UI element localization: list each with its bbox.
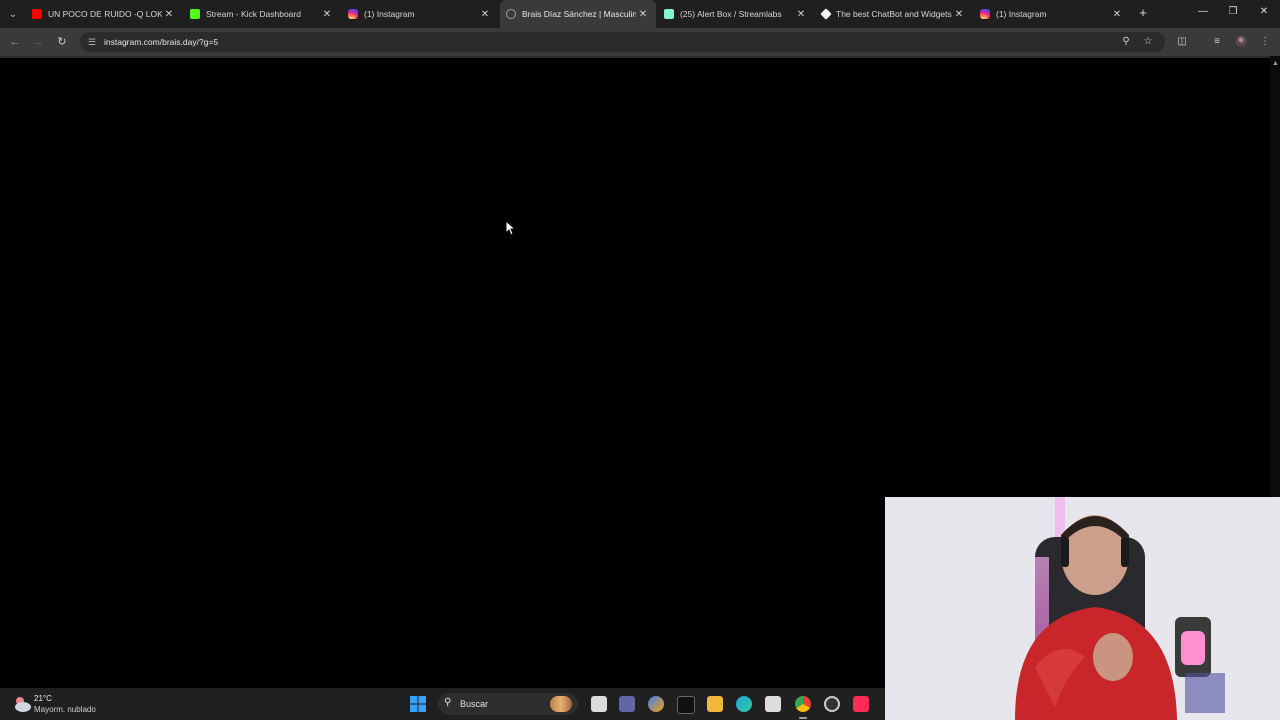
search-highlight-image (550, 696, 572, 712)
tab-instagram[interactable]: (1) Instagram ✕ (342, 0, 498, 28)
tab-streamlabs-alert-box[interactable]: (25) Alert Box / Streamlabs ✕ (658, 0, 814, 28)
media-control-icon[interactable]: ≡ (1210, 35, 1224, 49)
tab-title: Brais Díaz Sánchez | Masculinid (522, 9, 636, 19)
chrome-running-indicator (799, 717, 807, 719)
tiktok-icon[interactable] (677, 696, 695, 714)
tab-title: Stream - Kick Dashboard (206, 9, 301, 19)
restore-icon[interactable]: ❐ (1223, 6, 1243, 20)
tab-streamelements[interactable]: The best ChatBot and Widgets ✕ (816, 0, 972, 28)
extensions-puzzle-icon[interactable]: ◫ (1175, 35, 1189, 49)
taskbar-search-box[interactable]: ⚲ Buscar (438, 693, 578, 715)
kick-icon (190, 9, 200, 19)
new-tab-button[interactable]: + (1136, 6, 1150, 20)
tab-instagram-2[interactable]: (1) Instagram ✕ (974, 0, 1130, 28)
bookmark-star-icon[interactable]: ☆ (1141, 35, 1155, 49)
folder-icon[interactable] (707, 696, 723, 712)
tab-search-chevron-icon[interactable]: ⌄ (4, 5, 22, 23)
reload-icon[interactable]: ↻ (55, 35, 69, 49)
tiktok-studio-icon[interactable] (853, 696, 869, 712)
forward-arrow-icon[interactable]: → (31, 35, 45, 49)
browser-toolbar: ← → ↻ ☰ instagram.com/brais.day/?g=5 ⚲ ☆… (0, 28, 1280, 56)
tab-brais-diaz-active[interactable]: Brais Díaz Sánchez | Masculinid ✕ (500, 0, 656, 28)
more-menu-icon[interactable]: ⋮ (1258, 35, 1272, 49)
instagram-icon (980, 9, 990, 19)
url-text[interactable]: instagram.com/brais.day/?g=5 (104, 37, 218, 47)
streamlabs-icon (664, 9, 674, 19)
task-view-icon[interactable] (591, 696, 607, 712)
copilot-icon[interactable] (648, 696, 664, 712)
minimize-icon[interactable]: — (1193, 6, 1213, 20)
zoom-icon[interactable]: ⚲ (1119, 35, 1133, 49)
tab-close-icon[interactable]: ✕ (320, 9, 334, 20)
tab-strip: ⌄ UN POCO DE RUIDO -Q LOKUR ✕ Stream - K… (0, 0, 1280, 28)
chrome-icon[interactable] (795, 696, 811, 712)
tab-title: (25) Alert Box / Streamlabs (680, 9, 782, 19)
mouse-cursor-icon (505, 220, 515, 236)
address-bar[interactable]: ☰ instagram.com/brais.day/?g=5 ⚲ ☆ (80, 32, 1165, 52)
tab-close-icon[interactable]: ✕ (794, 9, 808, 20)
tab-title: The best ChatBot and Widgets (836, 9, 952, 19)
windows-taskbar: 21°C Mayorm. nublado ⚲ Buscar (0, 688, 885, 720)
tab-title: (1) Instagram (996, 9, 1047, 19)
teams-icon[interactable] (619, 696, 635, 712)
windows-start-icon[interactable] (410, 696, 426, 712)
store-icon[interactable] (765, 696, 781, 712)
tab-youtube[interactable]: UN POCO DE RUIDO -Q LOKUR ✕ (26, 0, 182, 28)
tab-close-icon[interactable]: ✕ (636, 9, 650, 20)
tab-title: UN POCO DE RUIDO -Q LOKUR (48, 9, 162, 19)
edge-icon[interactable] (736, 696, 752, 712)
tab-close-icon[interactable]: ✕ (1110, 9, 1124, 20)
close-window-icon[interactable]: ✕ (1254, 6, 1274, 20)
tab-close-icon[interactable]: ✕ (952, 9, 966, 20)
youtube-icon (32, 9, 42, 19)
obs-icon[interactable] (824, 696, 840, 712)
back-arrow-icon[interactable]: ← (8, 35, 22, 49)
instagram-icon (348, 9, 358, 19)
webcam-person-image (885, 497, 1280, 720)
profile-avatar-icon[interactable] (1234, 35, 1248, 49)
site-info-icon[interactable]: ☰ (86, 36, 98, 48)
tab-close-icon[interactable]: ✕ (162, 9, 176, 20)
streamelements-icon (820, 8, 832, 20)
tab-title: (1) Instagram (364, 9, 415, 19)
weather-condition[interactable]: Mayorm. nublado (34, 705, 96, 714)
weather-temperature[interactable]: 21°C (34, 694, 52, 703)
search-icon: ⚲ (444, 697, 452, 708)
globe-icon (506, 9, 516, 19)
toolbar-divider (0, 56, 1270, 58)
webcam-overlay (885, 497, 1280, 720)
search-placeholder: Buscar (460, 699, 489, 709)
weather-cloud-icon[interactable] (12, 694, 32, 714)
tab-kick-dashboard[interactable]: Stream - Kick Dashboard ✕ (184, 0, 340, 28)
scroll-up-arrow-icon[interactable]: ▲ (1272, 60, 1279, 67)
tab-close-icon[interactable]: ✕ (478, 9, 492, 20)
